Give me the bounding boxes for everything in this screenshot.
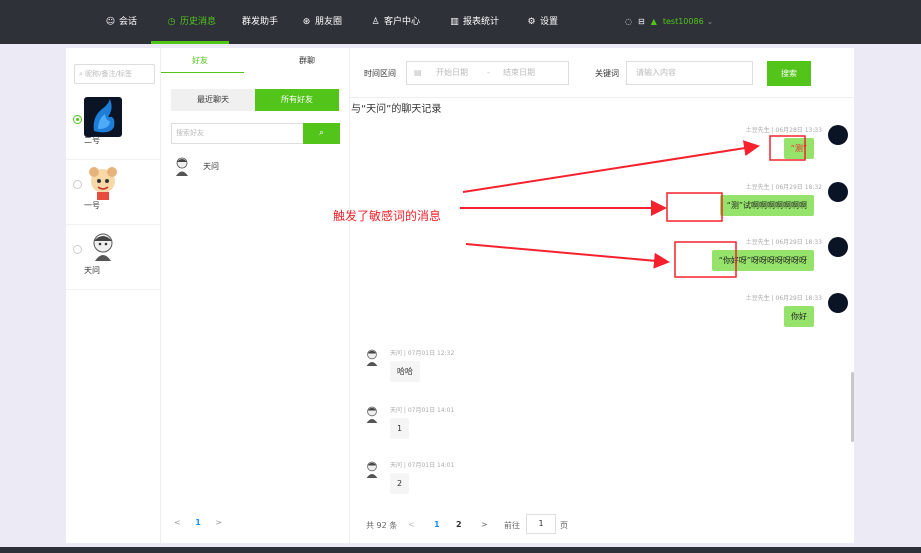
message-meta: 土豆先生 | 06月28日 13:33: [745, 127, 822, 134]
user-area[interactable]: ◌ ⊟ ▲ test10086 ⌄: [625, 0, 713, 44]
gear-icon: ⚙: [527, 17, 536, 27]
message-bubble[interactable]: “测”: [783, 138, 814, 159]
database-icon[interactable]: ⊟: [638, 17, 645, 26]
message-meta: 土豆先生 | 06月29日 18:33: [745, 239, 822, 246]
annotation-label: 触发了敏感词的消息: [333, 209, 442, 223]
time-range-label: 时间区间: [364, 69, 396, 78]
message-bubble[interactable]: 1: [390, 418, 410, 439]
friend-pagination: < 1 >: [174, 518, 222, 527]
user-icon: ♙: [371, 17, 380, 27]
friend-list-item[interactable]: 天问: [173, 156, 333, 180]
nav-item-settings[interactable]: ⚙ 设置: [526, 0, 558, 44]
chevron-down-icon[interactable]: ⌄: [707, 17, 714, 26]
account-radio[interactable]: [73, 245, 82, 254]
clock-icon: ◷: [167, 17, 176, 27]
nav-active-indicator: [151, 41, 229, 44]
avatar: [173, 156, 191, 178]
search-icon: ⌕: [318, 128, 325, 138]
avatar: [828, 125, 848, 145]
nav-item-history[interactable]: ◷ 历史消息: [166, 0, 216, 44]
message-meta: 土豆先生 | 06月29日 18:33: [745, 295, 822, 302]
nav-item-customer-center[interactable]: ♙ 客户中心: [370, 0, 420, 44]
search-button[interactable]: 搜索: [767, 61, 811, 86]
chat-bubble-icon: ☺: [105, 17, 116, 27]
message-meta: 天问 | 07月01日 12:32: [390, 350, 455, 357]
message-bubble[interactable]: “测”试啊啊啊啊啊啊啊: [719, 195, 814, 216]
nav-item-chat[interactable]: ☺ 会话: [105, 0, 137, 44]
aperture-icon: ⊛: [302, 17, 311, 27]
account-item[interactable]: 一号: [66, 160, 160, 225]
all-friends-button[interactable]: 所有好友: [255, 89, 339, 111]
top-nav-bar: ☺ 会话 ◷ 历史消息 群发助手 ⊛ 朋友圈 ♙ 客户中心 ▥ 报表统计 ⚙ 设置 ◌ ⊟ ▲ t…: [0, 0, 921, 44]
chat-panel: 时间区间 ▤ 开始日期 - 结束日期 关键词 请输入内容 搜索 与“天问”的聊天…: [350, 48, 854, 543]
account-item[interactable]: 天问: [66, 225, 160, 290]
message-bubble[interactable]: 哈哈: [390, 361, 420, 382]
message-meta: 天问 | 07月01日 14:01: [390, 462, 455, 469]
avatar: [84, 162, 122, 202]
page-number[interactable]: 1: [195, 518, 201, 527]
avatar: [828, 237, 848, 257]
message-bubble[interactable]: 你好: [784, 306, 814, 327]
nav-item-moments[interactable]: ⊛ 朋友圈: [301, 0, 342, 44]
avatar: [366, 349, 378, 366]
account-radio[interactable]: [73, 180, 82, 189]
avatar: [828, 182, 848, 202]
bell-icon[interactable]: ◌: [625, 17, 632, 26]
filter-bar: 时间区间 ▤ 开始日期 - 结束日期 关键词 请输入内容 搜索: [350, 48, 854, 98]
main-panel: ⌕ 昵称/备注/标签 二号 一号 天问 好友 群聊 最近聊天 所有好友 搜索好友…: [66, 48, 854, 543]
avatar: [828, 293, 848, 313]
calendar-icon: ▤: [414, 68, 422, 77]
prev-page-button[interactable]: <: [408, 520, 415, 529]
avatar: [366, 406, 378, 423]
chat-scrollbar[interactable]: [851, 372, 854, 442]
account-search-input[interactable]: ⌕ 昵称/备注/标签: [74, 64, 155, 84]
recent-chats-button[interactable]: 最近聊天: [171, 89, 255, 111]
page-2-button[interactable]: 2: [456, 520, 462, 529]
avatar: [366, 461, 378, 478]
message-meta: 天问 | 07月01日 14:01: [390, 407, 455, 414]
message-bubble[interactable]: “你好呀”呀呀呀呀呀呀呀: [711, 250, 814, 271]
tab-friends[interactable]: 好友: [192, 55, 208, 66]
avatar: [84, 227, 122, 267]
page-1-button[interactable]: 1: [434, 520, 440, 529]
message-meta: 土豆先生 | 06月29日 18:32: [745, 184, 822, 191]
account-radio[interactable]: [73, 115, 82, 124]
bar-chart-icon: ▥: [450, 17, 459, 27]
keyword-input[interactable]: 请输入内容: [626, 61, 753, 85]
total-count: 共 92 条: [366, 521, 398, 530]
friend-search-button[interactable]: ⌕: [303, 123, 340, 144]
tab-groups[interactable]: 群聊: [299, 55, 315, 66]
goto-label: 前往: [504, 521, 520, 530]
date-range-picker[interactable]: ▤ 开始日期 - 结束日期: [406, 61, 569, 85]
page-unit-label: 页: [560, 521, 568, 530]
goto-page-input[interactable]: 1: [526, 514, 556, 534]
message-bubble[interactable]: 2: [390, 473, 410, 494]
user-dot-icon: ▲: [650, 17, 657, 26]
username[interactable]: test10086: [663, 17, 704, 26]
friend-panel: 好友 群聊 最近聊天 所有好友 搜索好友 ⌕ 天问 < 1 >: [161, 48, 350, 543]
nav-item-reports[interactable]: ▥ 报表统计: [449, 0, 499, 44]
next-page-button[interactable]: >: [215, 518, 222, 527]
bottom-bar: [0, 547, 921, 553]
prev-page-button[interactable]: <: [174, 518, 181, 527]
friend-search-input[interactable]: 搜索好友: [171, 123, 304, 144]
account-item[interactable]: 二号: [66, 95, 160, 160]
avatar: [84, 97, 122, 137]
nav-item-mass-send[interactable]: 群发助手: [242, 0, 278, 44]
chat-title: 与“天问”的聊天记录: [351, 104, 442, 115]
keyword-label: 关键词: [595, 69, 619, 78]
account-list: ⌕ 昵称/备注/标签 二号 一号 天问: [66, 48, 161, 543]
tab-active-indicator: [161, 72, 244, 73]
next-page-button[interactable]: >: [481, 520, 488, 529]
